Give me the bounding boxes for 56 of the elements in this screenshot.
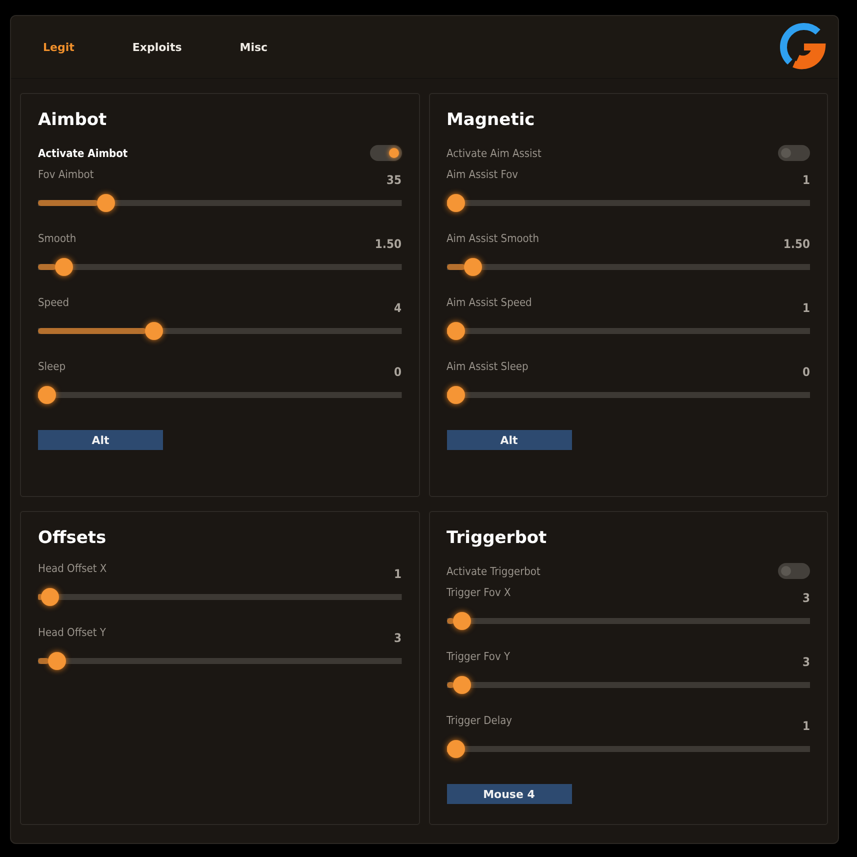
slider-label: Head Offset X (38, 562, 107, 577)
slider-handle[interactable] (446, 386, 464, 404)
slider-label: Speed (38, 296, 70, 311)
toggle-label: Activate Aimbot (38, 146, 128, 160)
slider-handle[interactable] (453, 612, 472, 630)
tab[interactable]: Misc (230, 36, 278, 58)
toggle-label: Activate Aim Assist (446, 146, 542, 160)
toggle-switch[interactable] (778, 563, 810, 579)
panel-title: Aimbot (38, 110, 108, 130)
logo-icon (778, 22, 828, 72)
slider-handle[interactable] (96, 194, 115, 212)
slider-value: 3 (394, 631, 402, 645)
slider-value: 0 (394, 365, 402, 379)
keybind-button[interactable]: Alt (38, 430, 163, 450)
panel-title: Offsets (38, 528, 108, 548)
toggle-label: Activate Triggerbot (446, 564, 540, 578)
slider-handle[interactable] (446, 740, 464, 758)
slider-label: Sleep (38, 360, 66, 375)
slider-value: 35 (386, 173, 402, 187)
slider-handle[interactable] (464, 258, 482, 276)
slider-value: 3 (802, 655, 810, 669)
slider-handle[interactable] (41, 588, 60, 606)
slider-handle[interactable] (453, 676, 472, 694)
slider-value: 1 (802, 173, 810, 187)
slider-handle[interactable] (446, 322, 464, 340)
toggle-switch[interactable] (778, 145, 810, 161)
keybind-button[interactable]: Mouse 4 (446, 784, 572, 804)
panel-title: Magnetic (446, 110, 536, 130)
toggle-switch[interactable] (370, 145, 402, 161)
slider-label: Fov Aimbot (38, 168, 94, 183)
slider-label: Head Offset Y (38, 626, 106, 641)
slider-handle[interactable] (55, 258, 74, 276)
tab[interactable]: Exploits (122, 36, 192, 58)
slider-label: Trigger Fov Y (446, 650, 510, 665)
slider-label: Trigger Fov X (446, 586, 511, 601)
slider-value: 0 (802, 365, 810, 379)
keybind-button[interactable]: Alt (446, 430, 572, 450)
slider-value: 1.50 (374, 237, 402, 251)
slider-handle[interactable] (48, 652, 66, 670)
slider-label: Smooth (38, 232, 76, 247)
slider-label: Aim Assist Fov (446, 168, 518, 183)
slider-label: Aim Assist Smooth (446, 232, 539, 247)
slider-label: Aim Assist Sleep (446, 360, 528, 375)
slider-value: 1 (802, 719, 810, 733)
slider-handle[interactable] (446, 194, 464, 212)
slider-handle[interactable] (38, 386, 56, 404)
slider-value: 1 (802, 301, 810, 315)
panel-title: Triggerbot (446, 528, 548, 548)
slider-label: Trigger Delay (446, 714, 512, 729)
slider-label: Aim Assist Speed (446, 296, 532, 311)
slider-value: 1.50 (783, 237, 810, 251)
slider-value: 3 (802, 591, 810, 605)
tab[interactable]: Legit (33, 36, 84, 58)
slider-value: 4 (394, 301, 402, 315)
slider-handle[interactable] (145, 322, 164, 340)
slider-value: 1 (394, 567, 402, 581)
